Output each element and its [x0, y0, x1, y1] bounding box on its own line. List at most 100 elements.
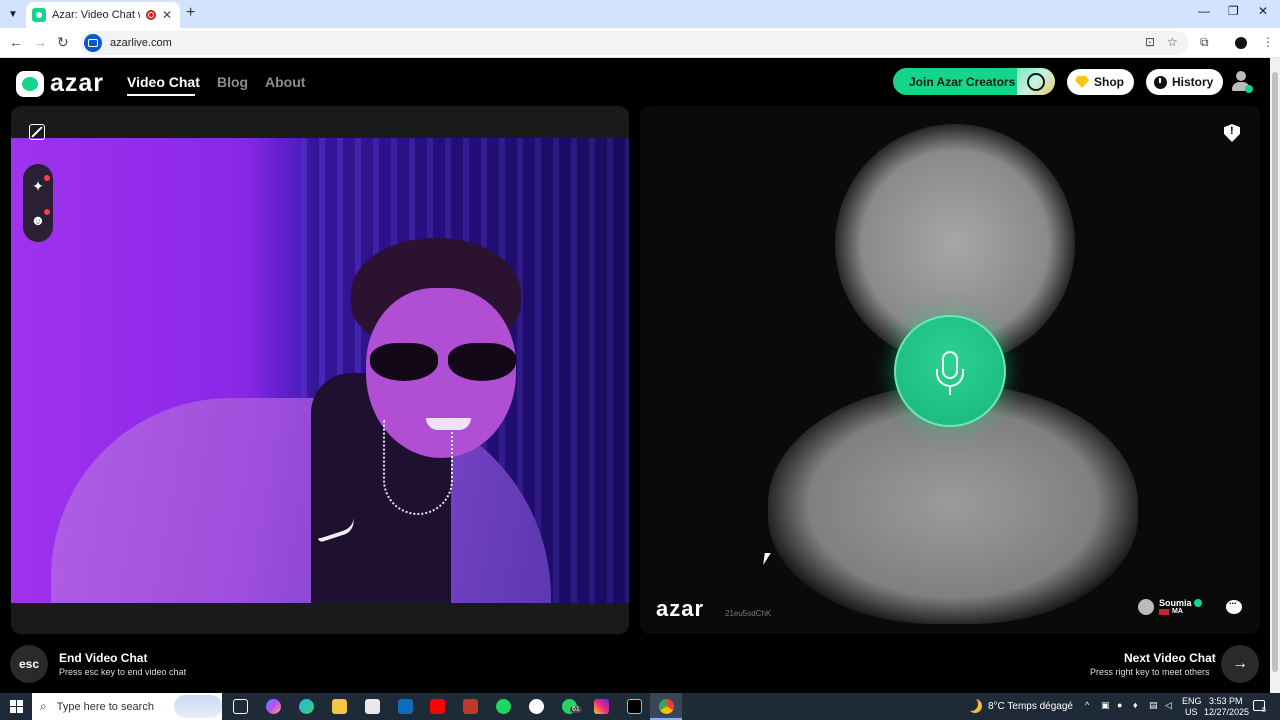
self-video-panel: ✦ ☻	[11, 106, 629, 634]
next-chat-title: Next Video Chat	[1124, 651, 1216, 665]
tiktok-icon[interactable]	[627, 699, 642, 714]
clock-time[interactable]: 3:53 PM	[1209, 696, 1243, 706]
tray-volume-icon[interactable]: ◁	[1165, 700, 1172, 711]
instagram-icon[interactable]	[594, 699, 609, 714]
self-camera-feed	[11, 138, 629, 603]
gem-icon	[1075, 76, 1089, 88]
mail-icon[interactable]	[398, 699, 413, 714]
file-explorer-icon[interactable]	[332, 699, 347, 714]
tab-title: Azar: Video Chat with New	[52, 9, 140, 21]
join-creators-label: Join Azar Creators	[909, 74, 1016, 89]
nav-blog[interactable]: Blog	[217, 74, 248, 90]
nav-video-chat[interactable]: Video Chat	[127, 74, 200, 90]
windows-taskbar: ⌕ Type here to search 61 8°C Temps dégag…	[0, 693, 1280, 720]
lang-top[interactable]: ENG	[1182, 696, 1202, 706]
expand-icon[interactable]	[29, 124, 45, 140]
task-view-icon[interactable]	[233, 699, 248, 714]
tab-search-chevron-icon[interactable]: ▼	[4, 5, 22, 23]
tray-security-icon[interactable]: ●	[1117, 700, 1122, 710]
logo-text: azar	[50, 69, 105, 97]
youtube-icon[interactable]	[430, 699, 445, 714]
restore-button[interactable]: ❐	[1228, 4, 1239, 18]
copilot-icon[interactable]	[266, 699, 281, 714]
azar-watermark: azar	[656, 596, 705, 621]
minimize-button[interactable]: —	[1198, 4, 1210, 18]
partner-video-panel: azar 21eu5sdChK Soumia MA	[640, 106, 1260, 634]
browser-tab-azar[interactable]: Azar: Video Chat with New ✕	[26, 2, 180, 28]
notification-count: 5	[1262, 707, 1266, 714]
extensions-icon[interactable]: ⧉	[1200, 35, 1209, 50]
shop-label: Shop	[1094, 75, 1124, 89]
reload-icon[interactable]: ↻	[57, 34, 69, 51]
microsoft-store-icon[interactable]	[365, 699, 380, 714]
azar-page: azar Video Chat Blog About Join Azar Cre…	[0, 58, 1270, 693]
country-flag-icon	[1159, 608, 1169, 615]
partner-avatar-icon	[1138, 598, 1154, 615]
azar-favicon-icon	[32, 8, 46, 22]
netflix-icon[interactable]	[463, 699, 478, 714]
report-shield-icon[interactable]	[1224, 124, 1240, 142]
azar-logo[interactable]: azar	[16, 69, 104, 98]
window-close-button[interactable]: ✕	[1258, 4, 1268, 18]
partner-info[interactable]: Soumia MA	[1138, 598, 1202, 615]
verified-badge-icon	[1193, 599, 1202, 607]
chat-bubble-icon[interactable]	[1226, 596, 1242, 614]
azar-logo-mark-icon	[16, 70, 44, 97]
weather-text[interactable]: 8°C Temps dégagé	[988, 701, 1073, 712]
bookmark-star-icon[interactable]: ☆	[1167, 35, 1178, 49]
shop-button[interactable]: Shop	[1067, 69, 1134, 95]
chrome-icon	[659, 699, 674, 714]
search-highlight-icon	[174, 695, 222, 718]
end-chat-button[interactable]: esc	[10, 645, 48, 683]
forward-arrow-icon[interactable]: →	[33, 34, 47, 50]
tray-overflow-icon[interactable]: ^	[1085, 700, 1089, 710]
session-id: 21eu5sdChK	[725, 609, 772, 618]
clock-icon	[1154, 75, 1167, 89]
join-creators-button[interactable]: Join Azar Creators	[893, 68, 1055, 95]
address-bar[interactable]: azarlive.com	[80, 31, 1188, 55]
spotify-icon[interactable]	[496, 699, 511, 714]
profile-avatar-icon[interactable]	[1235, 37, 1247, 49]
tray-device-icon[interactable]: ▣	[1101, 700, 1110, 711]
taskbar-search-box[interactable]: ⌕ Type here to search	[32, 693, 222, 720]
browser-tab-bar: ▼ Azar: Video Chat with New ✕ + — ❐ ✕	[0, 0, 1280, 28]
site-info-icon[interactable]	[84, 34, 102, 52]
page-scrollbar[interactable]	[1270, 58, 1280, 693]
chatgpt-icon[interactable]	[529, 699, 544, 714]
history-label: History	[1172, 75, 1214, 89]
windows-start-icon[interactable]	[10, 700, 23, 713]
clock-date[interactable]: 12/27/2025	[1204, 707, 1249, 717]
browser-toolbar: ← → ↻ azarlive.com ⊡ ☆ ⧉ ⋮	[0, 28, 1280, 58]
tray-network-icon[interactable]: ▤	[1149, 700, 1158, 711]
partner-name: Soumia	[1159, 598, 1192, 608]
browser-menu-icon[interactable]: ⋮	[1262, 35, 1274, 49]
install-app-icon[interactable]: ⊡	[1145, 35, 1155, 49]
end-chat-hint: Press esc key to end video chat	[59, 667, 187, 677]
face-mask-icon[interactable]: ☻	[30, 209, 50, 228]
back-arrow-icon[interactable]: ←	[9, 34, 23, 50]
edge-icon[interactable]	[299, 699, 314, 714]
nav-active-underline	[127, 94, 195, 96]
end-chat-title: End Video Chat	[59, 651, 148, 665]
weather-moon-icon	[968, 699, 982, 713]
chrome-taskbar-button[interactable]	[650, 693, 682, 720]
search-icon: ⌕	[40, 699, 47, 713]
whatsapp-badge: 61	[570, 706, 582, 713]
url-text[interactable]: azarlive.com	[110, 37, 172, 49]
next-chat-button[interactable]: →	[1221, 645, 1259, 683]
taskbar-search-placeholder: Type here to search	[56, 700, 154, 713]
lang-bottom[interactable]: US	[1185, 707, 1198, 717]
history-button[interactable]: History	[1146, 69, 1224, 95]
nav-about[interactable]: About	[265, 74, 305, 90]
next-chat-hint: Press right key to meet others	[1090, 667, 1210, 677]
new-tab-button[interactable]: +	[186, 4, 195, 22]
tab-close-icon[interactable]: ✕	[162, 8, 172, 22]
user-profile-icon[interactable]	[1230, 70, 1253, 94]
effects-toolbar: ✦ ☻	[23, 164, 53, 242]
sparkle-effects-icon[interactable]: ✦	[30, 175, 50, 194]
creators-badge-icon	[1017, 68, 1055, 95]
recording-indicator-icon	[146, 10, 156, 20]
tray-mic-icon[interactable]: ♦	[1133, 700, 1138, 710]
microphone-icon[interactable]	[894, 315, 1006, 427]
partner-country: MA	[1172, 608, 1183, 615]
